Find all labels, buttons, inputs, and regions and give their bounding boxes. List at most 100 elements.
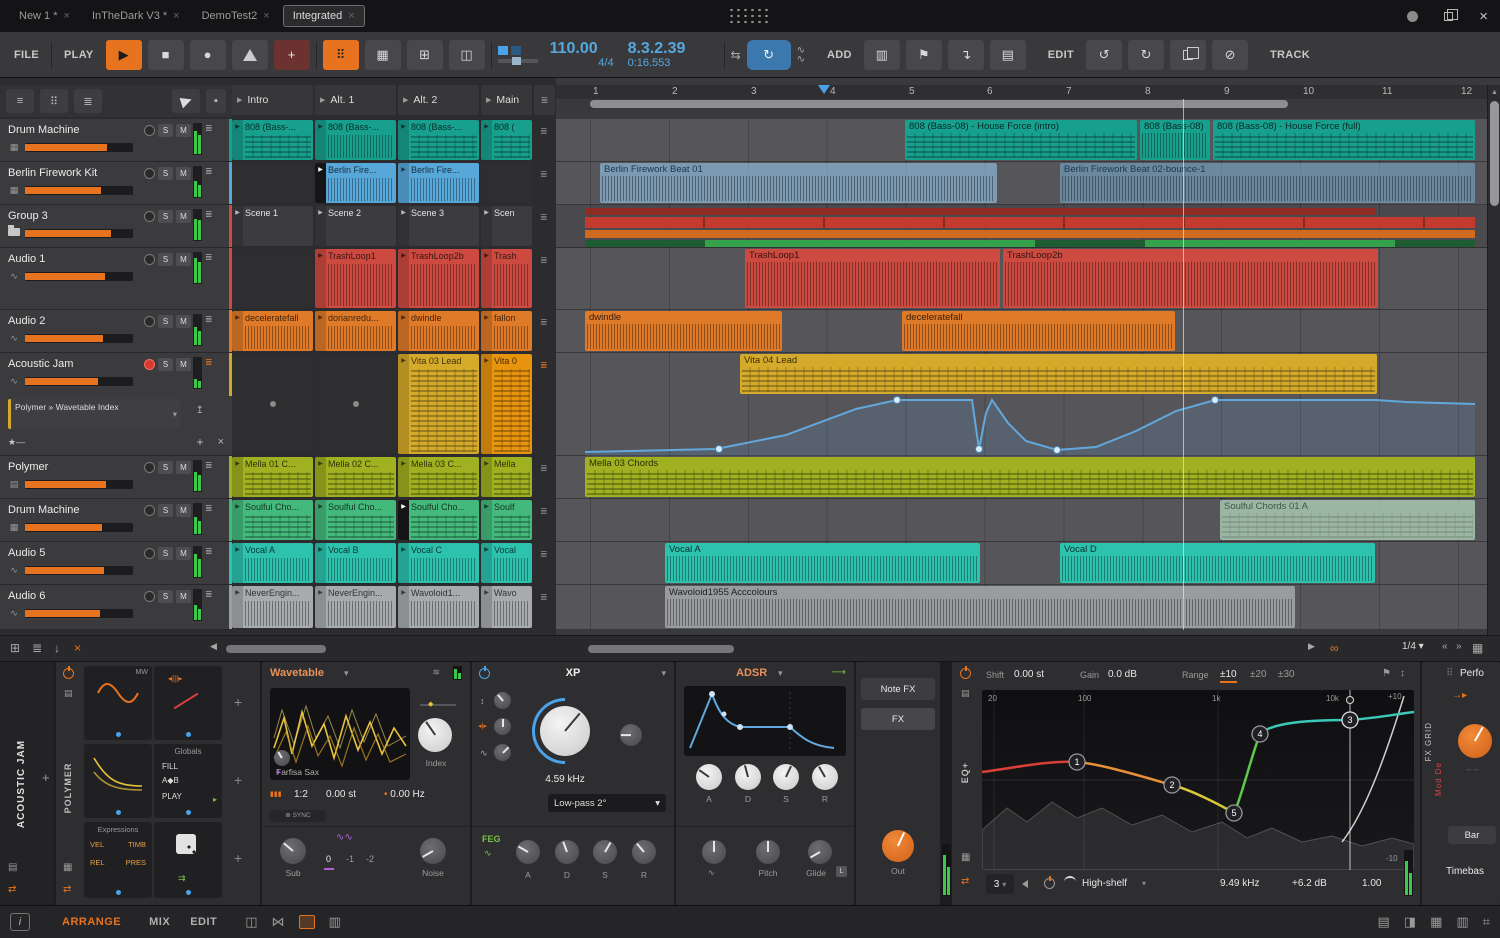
arranger-vertical-scrollbar[interactable]: ▲	[1487, 85, 1500, 635]
feg-attack-knob[interactable]	[516, 840, 540, 864]
solo-button[interactable]: S	[158, 252, 173, 266]
fx-column[interactable]: Note FX FX Out	[856, 662, 940, 905]
solo-button[interactable]: S	[158, 357, 173, 371]
random-cell[interactable]: ⇉	[154, 822, 222, 898]
arm-button[interactable]	[144, 461, 155, 473]
mix-view-button[interactable]: MIX	[149, 916, 170, 928]
arranger-hscrollbar[interactable]	[588, 645, 734, 653]
add-lane-button[interactable]: +	[197, 435, 204, 449]
arm-button[interactable]	[144, 315, 155, 327]
eq-shift-value[interactable]: 0.00 st	[1014, 669, 1044, 680]
clip-cell[interactable]: ▶ Vocal A	[232, 543, 313, 583]
volume-slider[interactable]	[25, 143, 133, 152]
octave-0[interactable]: 0	[326, 854, 331, 864]
eq-band-select[interactable]: 3 ▾	[986, 874, 1014, 894]
arm-button[interactable]	[144, 504, 155, 516]
band-type-value[interactable]: High-shelf	[1082, 878, 1127, 889]
clip-cell[interactable]: ▶ Vita 0	[481, 354, 532, 454]
sub-knob[interactable]	[280, 838, 306, 864]
clip-cell[interactable]: ▶ deceleratefall	[232, 311, 313, 351]
env-mod-knob[interactable]	[494, 744, 511, 761]
polymer-device[interactable]: ▤ POLYMER ▦ ⇄ MW ◂|||▸ Globals FILL A◆B …	[56, 662, 260, 905]
arranger-clip[interactable]: 808 (Bass-08)	[1140, 120, 1210, 160]
filter-mode-dropdown[interactable]: Low-pass 2° ▾	[548, 794, 666, 812]
out-knob[interactable]	[882, 830, 914, 862]
tab-label[interactable]: Integrated	[293, 10, 343, 22]
filter-section[interactable]: XP ▾ ↕ ◂|▸ ∿ 4.59 kHz Low-pass 2° ▾ FEG ∿…	[472, 662, 674, 905]
mute-button[interactable]: M	[176, 252, 191, 266]
edit-view-button[interactable]: EDIT	[190, 916, 217, 928]
rel-label[interactable]: REL	[90, 858, 105, 867]
automation-point[interactable]	[715, 445, 723, 453]
mute-button[interactable]: M	[176, 166, 191, 180]
clip-cell-playing[interactable]: ▶ Soulful Cho...	[398, 500, 479, 540]
edit-menu-button[interactable]: EDIT	[1042, 49, 1080, 61]
clip-cell[interactable]: ▶ Mella 02 C...	[315, 457, 396, 497]
mod-output-dot[interactable]	[116, 890, 121, 895]
note-editor-toggle[interactable]: ▦	[364, 39, 401, 70]
adsr-section[interactable]: ADSR ▾ ⟶ A D S R ∿ Pitch Glide L	[676, 662, 854, 905]
scroll-left-icon[interactable]: ◀	[210, 641, 217, 652]
note-fx-button[interactable]: Note FX	[861, 678, 935, 700]
scene-header-alt1[interactable]: ▶ Alt. 1	[315, 85, 396, 115]
arranger-clip[interactable]: Berlin Firework Beat 01	[600, 163, 997, 203]
panel-icon[interactable]: ▤	[8, 862, 17, 873]
lane-audio-5[interactable]: Vocal A Vocal D	[556, 542, 1487, 585]
clip-cell[interactable]: ▶ Vocal	[481, 543, 532, 583]
arm-button[interactable]	[144, 253, 155, 265]
volume-slider[interactable]	[25, 523, 133, 532]
close-lane-button[interactable]: ×	[218, 436, 224, 448]
eq-range-30[interactable]: ±30	[1278, 669, 1295, 680]
arranger-clip[interactable]: Vocal D	[1060, 543, 1375, 583]
tab-label[interactable]: DemoTest2	[202, 10, 258, 22]
mute-button[interactable]: M	[176, 589, 191, 603]
arranger-record-button[interactable]: ↴	[947, 39, 984, 70]
lane-drum-machine-2[interactable]: Soulful Chords 01 A	[556, 499, 1487, 542]
pres-label[interactable]: PRES	[126, 858, 146, 867]
add-scene-button[interactable]: ⊞	[406, 39, 443, 70]
scroll-up-icon[interactable]: ▲	[1491, 89, 1498, 96]
arranger-clip[interactable]: Mella 03 Chords	[585, 457, 1475, 497]
overdub-button[interactable]: +	[273, 39, 310, 70]
mixer-columns-icon[interactable]: ▥	[329, 914, 341, 930]
band-listen-icon[interactable]	[1022, 880, 1028, 888]
clip-cell[interactable]: ▶ Trash	[481, 249, 532, 308]
track-name[interactable]: Drum Machine	[8, 504, 141, 516]
arranger-clip[interactable]: deceleratefall	[902, 311, 1175, 351]
clip-cell[interactable]: ▶ Vita 03 Lead	[398, 354, 479, 454]
mute-button[interactable]: M	[176, 546, 191, 560]
volume-slider[interactable]	[25, 272, 133, 281]
feg-sustain-knob[interactable]	[593, 840, 617, 864]
mod-routing-icon[interactable]: ⇄	[63, 884, 71, 895]
arranger-clip[interactable]: Vocal A	[665, 543, 980, 583]
launcher-row-menu-icon[interactable]: ≣	[540, 506, 548, 517]
pointer-tool-icon[interactable]	[172, 89, 200, 113]
timeline-ruler[interactable]: 12 34 56 78 9 10 11 12	[556, 85, 1500, 99]
scene-header-intro[interactable]: ▶ Intro	[232, 85, 313, 115]
track-name[interactable]: Audio 2	[8, 315, 141, 327]
fill-label[interactable]: FILL	[162, 762, 178, 771]
arm-button[interactable]	[144, 210, 155, 222]
empty-clip-slot[interactable]	[232, 163, 313, 203]
tempo-value[interactable]: 110.00	[550, 40, 614, 57]
track-header-audio-1[interactable]: Audio 1 SM ∿ ≣	[0, 248, 232, 310]
track-menu-icon[interactable]: ≣	[205, 123, 213, 161]
track-header-berlin-firework-kit[interactable]: Berlin Firework Kit S M ▦ ≣	[0, 162, 232, 205]
automation-curve[interactable]	[556, 353, 1487, 456]
device-power-icon[interactable]	[63, 666, 74, 679]
chevron-down-icon[interactable]: ▾	[661, 668, 666, 679]
lane-drum-machine[interactable]: 808 (Bass-08) - House Force (intro) 808 …	[556, 119, 1487, 162]
track-header-audio-2[interactable]: Audio 2 SM ∿ ≣	[0, 310, 232, 353]
clip-cell[interactable]: ▶ Soulf	[481, 500, 532, 540]
track-header-group-3[interactable]: Group 3 SM ≣	[0, 205, 232, 248]
lane-berlin-firework-kit[interactable]: Berlin Firework Beat 01 Berlin Firework …	[556, 162, 1487, 205]
lane-group-3[interactable]	[556, 205, 1487, 248]
vel-label[interactable]: VEL	[90, 840, 104, 849]
track-header-polymer[interactable]: Polymer S M ▤ ≣	[0, 456, 232, 499]
clip-cell[interactable]: ▶ Wavoloid1...	[398, 586, 479, 628]
mod-output-dot[interactable]	[116, 732, 121, 737]
clip-cell[interactable]: ▶ 808 (Bass-...	[315, 120, 396, 160]
group-clip-cell[interactable]: ▶ Scene 2	[315, 206, 396, 246]
add-track-icon[interactable]: ⊞	[10, 641, 20, 655]
keyboard-icon[interactable]: ▦	[63, 862, 72, 873]
